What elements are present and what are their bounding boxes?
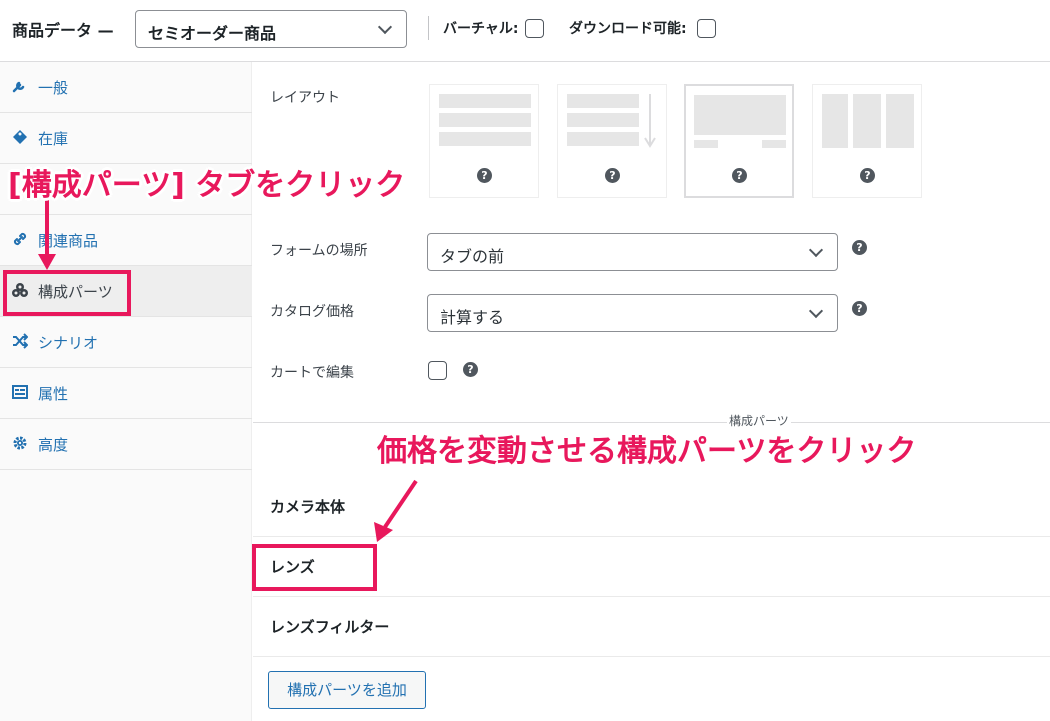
edit-in-cart-label: カートで編集	[270, 365, 354, 381]
tag-icon	[11, 129, 29, 147]
tab-general[interactable]: 一般	[0, 62, 252, 113]
chevron-down-icon	[808, 242, 824, 258]
arrow-down-icon	[644, 94, 656, 148]
layout-option-stacked[interactable]: ?	[429, 84, 539, 198]
layout-thumb-bar	[886, 94, 914, 148]
chevron-down-icon	[377, 19, 393, 35]
component-title: カメラ本体	[270, 498, 346, 516]
layout-thumb-bar	[694, 95, 786, 135]
component-title: レンズフィルター	[270, 618, 390, 636]
layout-thumb-bar	[439, 94, 531, 108]
downloadable-label: ダウンロード可能:	[569, 21, 687, 37]
help-icon[interactable]: ?	[477, 168, 492, 183]
virtual-label: バーチャル:	[443, 21, 519, 37]
layout-thumb-bar	[567, 132, 639, 146]
annotation-tab-instruction: [構成パーツ] タブをクリック	[8, 168, 406, 203]
layout-thumb-bar	[567, 94, 639, 108]
form-location-value: タブの前	[440, 247, 505, 266]
tab-label: 属性	[38, 385, 69, 403]
layout-option-progressive[interactable]: ?	[557, 84, 667, 198]
tab-inventory[interactable]: 在庫	[0, 113, 252, 164]
downloadable-checkbox[interactable]	[697, 19, 716, 38]
help-icon[interactable]: ?	[605, 168, 620, 183]
component-row[interactable]: レンズフィルター	[253, 597, 1050, 657]
help-icon[interactable]: ?	[463, 362, 478, 377]
product-type-value: セミオーダー商品	[148, 24, 277, 43]
component-row[interactable]: カメラ本体	[253, 477, 1050, 537]
tab-label: 高度	[38, 436, 69, 454]
form-location-select[interactable]: タブの前	[427, 233, 838, 271]
tab-label: 関連商品	[38, 232, 99, 250]
tab-label: 在庫	[38, 130, 69, 148]
catalog-price-label: カタログ価格	[270, 304, 354, 320]
help-icon[interactable]: ?	[852, 301, 867, 316]
header-divider	[428, 16, 429, 40]
add-component-button[interactable]: 構成パーツを追加	[268, 671, 426, 709]
help-icon[interactable]: ?	[860, 168, 875, 183]
product-data-title: 商品データ —	[12, 21, 114, 40]
layout-thumb-bar	[853, 94, 881, 148]
tab-advanced[interactable]: 高度	[0, 419, 252, 470]
layout-option-componentized[interactable]: ?	[812, 84, 922, 198]
highlight-components-tab	[3, 270, 131, 316]
layout-thumb-bar	[822, 94, 848, 148]
layout-thumb-bar	[762, 140, 786, 148]
catalog-price-select[interactable]: 計算する	[427, 294, 838, 332]
product-data-header: 商品データ — セミオーダー商品 バーチャル: ダウンロード可能:	[0, 0, 1050, 62]
help-icon[interactable]: ?	[852, 240, 867, 255]
layout-thumb-bar	[439, 113, 531, 127]
chevron-down-icon	[808, 303, 824, 319]
product-type-select[interactable]: セミオーダー商品	[135, 10, 407, 48]
tab-scenarios[interactable]: シナリオ	[0, 317, 252, 368]
shuffle-icon	[11, 333, 29, 351]
highlight-lens-component	[252, 544, 377, 591]
layout-option-stepped[interactable]: ?	[684, 84, 794, 198]
catalog-price-value: 計算する	[440, 308, 505, 327]
link-icon	[11, 231, 29, 249]
list-icon	[11, 384, 29, 402]
gear-icon	[11, 435, 29, 453]
layout-thumb-bar	[567, 113, 639, 127]
wrench-icon	[11, 78, 29, 96]
virtual-checkbox[interactable]	[525, 19, 544, 38]
layout-label: レイアウト	[270, 90, 340, 106]
help-icon[interactable]: ?	[732, 168, 747, 183]
layout-thumb-bar	[439, 132, 531, 146]
tab-label: 一般	[38, 79, 69, 97]
annotation-component-instruction: 価格を変動させる構成パーツをクリック	[377, 434, 917, 469]
tab-label: シナリオ	[38, 334, 99, 352]
layout-thumb-bar	[694, 140, 718, 148]
tab-attributes[interactable]: 属性	[0, 368, 252, 419]
section-divider	[253, 422, 1050, 423]
edit-in-cart-checkbox[interactable]	[428, 361, 447, 380]
form-location-label: フォームの場所	[270, 243, 368, 259]
tab-linked-products[interactable]: 関連商品	[0, 215, 252, 266]
